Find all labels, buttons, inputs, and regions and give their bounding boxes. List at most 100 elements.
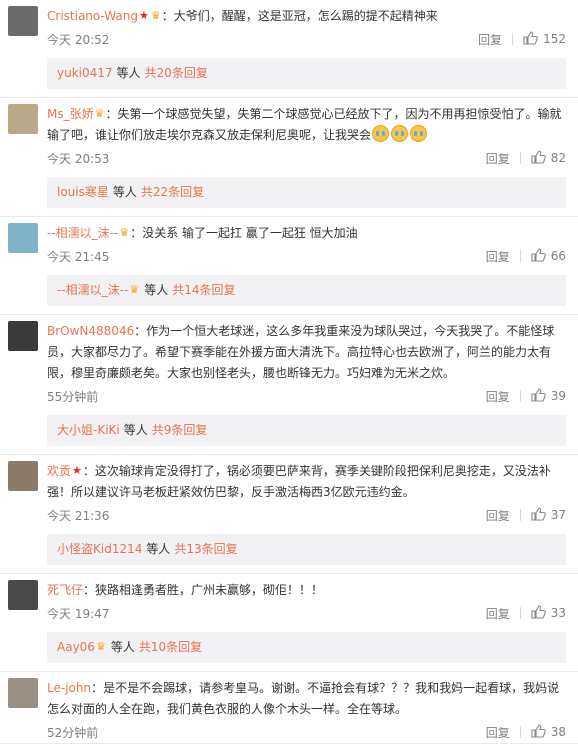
like-count: 66	[550, 249, 566, 263]
reply-summary-label: 等人	[146, 542, 171, 556]
comment-text: ：这次输球肯定没得打了，锅必须要巴萨来背，赛季关键阶段把保利尼奥挖走，又没法补强…	[47, 464, 551, 499]
avatar[interactable]	[8, 321, 38, 351]
view-replies-link[interactable]: 共20条回复	[145, 66, 208, 80]
crying-emoji-icon	[372, 125, 390, 142]
like-count: 38	[550, 725, 566, 739]
comment-list: Cristiano-Wang★ ♛：大爷们，醒醒，这是亚冠，怎么踢的提不起精神来今…	[0, 0, 578, 744]
comment-text: ：大爷们，醒醒，这是亚冠，怎么踢的提不起精神来	[161, 9, 438, 23]
reply-summary[interactable]: Aay06 ♛ 等人 共10条回复	[47, 632, 566, 663]
timestamp: 今天 19:47	[47, 606, 110, 621]
thumbs-up-icon	[523, 30, 543, 48]
comment-meta: 今天 19:47 回复 33	[47, 602, 566, 624]
comment-text: ：是不是不会踢球，请参考皇马。谢谢。不逼抢会有球？？？我和我妈一起看球，我妈说怎…	[47, 681, 560, 716]
username-link[interactable]: 死飞仔	[47, 583, 83, 597]
comment-text: ：狭路相逢勇者胜，广州未赢够，砌佢！！！	[83, 583, 324, 597]
view-replies-link[interactable]: 共22条回复	[141, 185, 204, 199]
like-button[interactable]: 82	[531, 149, 566, 167]
username-link[interactable]: Ms_张娇	[47, 107, 94, 121]
star-badge-icon[interactable]: ★	[72, 465, 82, 476]
divider	[519, 152, 521, 164]
like-count: 82	[550, 151, 566, 165]
reply-button[interactable]: 回复	[486, 507, 510, 524]
thumbs-up-icon	[531, 723, 551, 741]
reply-username-link[interactable]: yuki0417	[57, 66, 113, 80]
crying-emoji-icon	[391, 125, 409, 142]
like-count: 33	[550, 606, 566, 620]
username-link[interactable]: 欢贡	[47, 464, 71, 478]
avatar[interactable]	[8, 678, 38, 708]
reply-username-link[interactable]: --相濡以_沫--	[57, 283, 128, 297]
avatar[interactable]	[8, 223, 38, 253]
username-link[interactable]: --相濡以_沫--	[47, 226, 118, 240]
comment-item: Le-john：是不是不会踢球，请参考皇马。谢谢。不逼抢会有球？？？我和我妈一起…	[0, 672, 578, 743]
reply-summary-label: 等人	[116, 66, 141, 80]
like-button[interactable]: 66	[531, 247, 566, 265]
like-count: 37	[550, 508, 566, 522]
reply-summary[interactable]: yuki0417 等人 共20条回复	[47, 58, 566, 89]
like-button[interactable]: 152	[523, 30, 566, 48]
comment-text-block: 死飞仔：狭路相逢勇者胜，广州未赢够，砌佢！！！	[47, 580, 566, 601]
thumbs-up-icon	[531, 149, 551, 167]
reply-button[interactable]: 回复	[486, 724, 510, 741]
crown-badge-icon[interactable]: ♛	[95, 108, 105, 119]
reply-summary-label: 等人	[123, 423, 148, 437]
comment-text-block: Cristiano-Wang★ ♛：大爷们，醒醒，这是亚冠，怎么踢的提不起精神来	[47, 6, 566, 27]
reply-summary-label: 等人	[112, 185, 137, 199]
avatar[interactable]	[8, 6, 38, 36]
comment-text: ：没关系 输了一起扛 赢了一起狂 恒大加油	[130, 226, 358, 240]
divider	[519, 390, 521, 402]
crown-badge-icon[interactable]: ♛	[151, 10, 161, 21]
thumbs-up-icon	[531, 247, 551, 265]
reply-username-link[interactable]: 小怪盗Kid1214	[57, 542, 142, 556]
avatar[interactable]	[8, 104, 38, 134]
reply-username-link[interactable]: Aay06	[57, 640, 95, 654]
crown-badge-icon: ♛	[95, 640, 106, 653]
comment-meta: 55分钟前 回复 39	[47, 385, 566, 407]
like-button[interactable]: 37	[531, 506, 566, 524]
comment-item: BrOwN488046：作为一个恒大老球迷，这么多年我重来没为球队哭过，今天我哭…	[0, 315, 578, 446]
username-link[interactable]: Cristiano-Wang	[47, 9, 138, 23]
reply-button[interactable]: 回复	[486, 605, 510, 622]
comment-meta: 今天 20:52 回复 152	[47, 28, 566, 50]
view-replies-link[interactable]: 共13条回复	[174, 542, 237, 556]
view-replies-link[interactable]: 共9条回复	[152, 423, 208, 437]
like-button[interactable]: 33	[531, 604, 566, 622]
comment-meta: 今天 21:36 回复 37	[47, 504, 566, 526]
view-replies-link[interactable]: 共10条回复	[139, 640, 202, 654]
like-button[interactable]: 39	[531, 387, 566, 405]
reply-summary-label: 等人	[144, 283, 169, 297]
reply-username-link[interactable]: 大小姐-KiKi	[57, 423, 120, 437]
divider	[519, 250, 521, 262]
avatar[interactable]	[8, 461, 38, 491]
like-count: 152	[543, 32, 566, 46]
thumbs-up-icon	[531, 604, 551, 622]
reply-username-link[interactable]: louis寒星	[57, 185, 109, 199]
username-link[interactable]: BrOwN488046	[47, 324, 134, 338]
comment-text-block: Ms_张娇♛：失第一个球感觉失望，失第二个球感觉心已经放下了，因为不用再担惊受怕…	[47, 104, 566, 146]
divider	[519, 509, 521, 521]
divider	[519, 726, 521, 738]
timestamp: 今天 20:52	[47, 32, 110, 47]
reply-button[interactable]: 回复	[486, 248, 510, 265]
divider	[512, 33, 514, 45]
comment-item: 欢贡★：这次输球肯定没得打了，锅必须要巴萨来背，赛季关键阶段把保利尼奥挖走，又没…	[0, 455, 578, 565]
view-replies-link[interactable]: 共14条回复	[172, 283, 235, 297]
reply-button[interactable]: 回复	[486, 388, 510, 405]
avatar[interactable]	[8, 580, 38, 610]
comment-text-block: --相濡以_沫--♛：没关系 输了一起扛 赢了一起狂 恒大加油	[47, 223, 566, 244]
username-link[interactable]: Le-john	[47, 681, 91, 695]
crown-badge-icon[interactable]: ♛	[119, 227, 129, 238]
comment-meta: 今天 20:53 回复 82	[47, 147, 566, 169]
comment-meta: 52分钟前 回复 38	[47, 721, 566, 743]
reply-summary[interactable]: louis寒星 等人 共22条回复	[47, 177, 566, 208]
like-button[interactable]: 38	[531, 723, 566, 741]
reply-button[interactable]: 回复	[478, 31, 502, 48]
reply-summary[interactable]: --相濡以_沫-- ♛ 等人 共14条回复	[47, 275, 566, 306]
reply-button[interactable]: 回复	[486, 150, 510, 167]
reply-summary[interactable]: 小怪盗Kid1214 等人 共13条回复	[47, 534, 566, 565]
comment-text: ：失第一个球感觉失望，失第二个球感觉心已经放下了，因为不用再担惊受怕了。输就输了…	[47, 107, 562, 142]
reply-summary[interactable]: 大小姐-KiKi 等人 共9条回复	[47, 415, 566, 446]
timestamp: 55分钟前	[47, 389, 99, 404]
comment-meta: 今天 21:45 回复 66	[47, 245, 566, 267]
star-badge-icon[interactable]: ★	[139, 10, 149, 21]
